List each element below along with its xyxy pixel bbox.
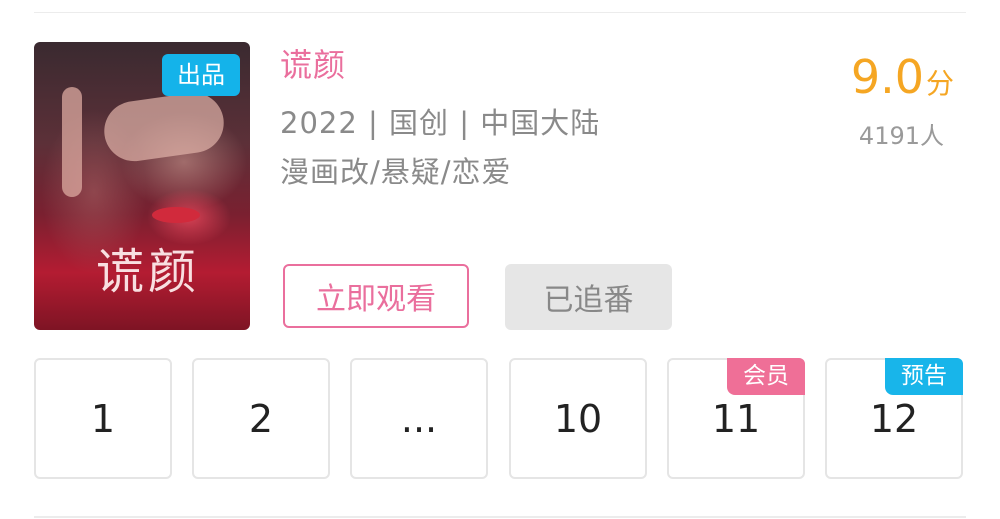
score-value: 9.0 <box>850 50 924 104</box>
rating-count: 4191人 <box>858 122 944 150</box>
episode-label: 1 <box>90 396 116 441</box>
followed-button[interactable]: 已追番 <box>505 264 672 330</box>
episode-button-12[interactable]: 12 预告 <box>825 358 963 479</box>
anime-title[interactable]: 谎颜 <box>280 40 346 86</box>
poster-lips-shape <box>152 207 200 223</box>
episode-button-10[interactable]: 10 <box>509 358 647 479</box>
episode-label: ... <box>400 396 438 441</box>
episode-button-11[interactable]: 11 会员 <box>667 358 805 479</box>
episode-button-more[interactable]: ... <box>350 358 488 479</box>
top-divider <box>34 12 966 13</box>
poster-finger-shape <box>62 87 82 197</box>
episode-label: 11 <box>711 396 761 441</box>
score-unit: 分 <box>925 67 954 100</box>
watch-now-button[interactable]: 立即观看 <box>283 264 469 328</box>
episode-button-1[interactable]: 1 <box>34 358 172 479</box>
poster-hand-shape <box>100 88 228 166</box>
score-display: 9.0分 <box>851 50 954 104</box>
vip-badge: 会员 <box>727 358 805 395</box>
bottom-divider <box>34 516 966 518</box>
poster-art-title: 谎颜 <box>96 244 201 300</box>
produced-badge: 出品 <box>162 54 240 96</box>
trailer-badge: 预告 <box>885 358 963 395</box>
episode-label: 12 <box>869 396 919 441</box>
episode-label: 10 <box>553 396 603 441</box>
episode-label: 2 <box>248 396 274 441</box>
anime-meta-info: 2022 | 国创 | 中国大陆 <box>280 106 601 140</box>
episode-button-2[interactable]: 2 <box>192 358 330 479</box>
anime-tags: 漫画改/悬疑/恋爱 <box>280 155 512 189</box>
